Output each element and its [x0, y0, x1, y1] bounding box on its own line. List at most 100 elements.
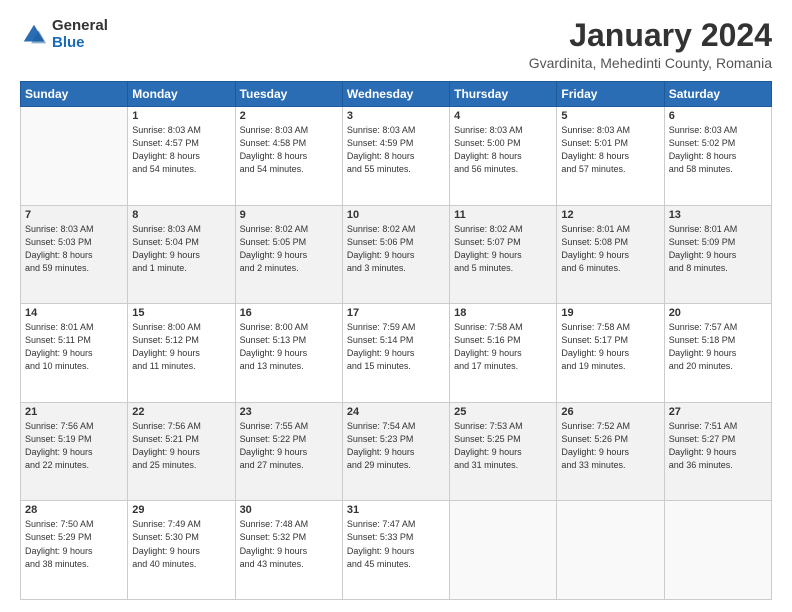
day-info: Sunrise: 7:50 AM Sunset: 5:29 PM Dayligh…	[25, 518, 123, 570]
day-number: 27	[669, 406, 767, 418]
weekday-header-sunday: Sunday	[21, 82, 128, 107]
day-info: Sunrise: 8:01 AM Sunset: 5:09 PM Dayligh…	[669, 223, 767, 275]
day-info: Sunrise: 7:54 AM Sunset: 5:23 PM Dayligh…	[347, 420, 445, 472]
day-number: 31	[347, 504, 445, 516]
day-number: 23	[240, 406, 338, 418]
calendar-cell	[557, 501, 664, 600]
day-info: Sunrise: 8:03 AM Sunset: 5:02 PM Dayligh…	[669, 124, 767, 176]
day-number: 18	[454, 307, 552, 319]
day-number: 8	[132, 209, 230, 221]
calendar-cell: 24 Sunrise: 7:54 AM Sunset: 5:23 PM Dayli…	[342, 402, 449, 501]
day-info: Sunrise: 7:57 AM Sunset: 5:18 PM Dayligh…	[669, 321, 767, 373]
calendar-cell: 13 Sunrise: 8:01 AM Sunset: 5:09 PM Dayli…	[664, 205, 771, 304]
calendar-cell: 2 Sunrise: 8:03 AM Sunset: 4:58 PM Daylig…	[235, 107, 342, 206]
day-number: 4	[454, 110, 552, 122]
day-number: 14	[25, 307, 123, 319]
calendar-cell: 18 Sunrise: 7:58 AM Sunset: 5:16 PM Dayli…	[450, 304, 557, 403]
day-number: 10	[347, 209, 445, 221]
weekday-header-friday: Friday	[557, 82, 664, 107]
calendar-cell: 22Sunrise: 7:56 AM Sunset: 5:21 PM Dayli…	[128, 402, 235, 501]
logo-blue-text: Blue	[52, 35, 108, 52]
day-info: Sunrise: 8:03 AM Sunset: 4:57 PM Dayligh…	[132, 124, 230, 176]
day-info: Sunrise: 7:53 AM Sunset: 5:25 PM Dayligh…	[454, 420, 552, 472]
day-info: Sunrise: 7:59 AM Sunset: 5:14 PM Dayligh…	[347, 321, 445, 373]
day-info: Sunrise: 8:03 AM Sunset: 4:58 PM Dayligh…	[240, 124, 338, 176]
day-number: 19	[561, 307, 659, 319]
day-number: 17	[347, 307, 445, 319]
day-number: 6	[669, 110, 767, 122]
day-info: Sunrise: 7:48 AM Sunset: 5:32 PM Dayligh…	[240, 518, 338, 570]
calendar-cell: 31 Sunrise: 7:47 AM Sunset: 5:33 PM Dayli…	[342, 501, 449, 600]
calendar-cell: 8 Sunrise: 8:03 AM Sunset: 5:04 PM Daylig…	[128, 205, 235, 304]
day-info: Sunrise: 8:00 AM Sunset: 5:13 PM Dayligh…	[240, 321, 338, 373]
calendar-title: January 2024	[529, 18, 772, 53]
calendar-cell: 14 Sunrise: 8:01 AM Sunset: 5:11 PM Dayli…	[21, 304, 128, 403]
calendar-cell: 27 Sunrise: 7:51 AM Sunset: 5:27 PM Dayli…	[664, 402, 771, 501]
week-row-5: 28 Sunrise: 7:50 AM Sunset: 5:29 PM Dayli…	[21, 501, 772, 600]
calendar-cell	[450, 501, 557, 600]
day-number: 12	[561, 209, 659, 221]
day-number: 28	[25, 504, 123, 516]
weekday-header-monday: Monday	[128, 82, 235, 107]
day-number: 5	[561, 110, 659, 122]
day-info: Sunrise: 7:51 AM Sunset: 5:27 PM Dayligh…	[669, 420, 767, 472]
calendar-cell: 16Sunrise: 8:00 AM Sunset: 5:13 PM Dayli…	[235, 304, 342, 403]
day-info: Sunrise: 8:03 AM Sunset: 5:04 PM Dayligh…	[132, 223, 230, 275]
calendar-cell: 17 Sunrise: 7:59 AM Sunset: 5:14 PM Dayli…	[342, 304, 449, 403]
day-info: Sunrise: 7:49 AM Sunset: 5:30 PM Dayligh…	[132, 518, 230, 570]
day-info: Sunrise: 8:02 AM Sunset: 5:07 PM Dayligh…	[454, 223, 552, 275]
weekday-header-thursday: Thursday	[450, 82, 557, 107]
calendar-cell: 23Sunrise: 7:55 AM Sunset: 5:22 PM Dayli…	[235, 402, 342, 501]
day-number: 9	[240, 209, 338, 221]
week-row-4: 21Sunrise: 7:56 AM Sunset: 5:19 PM Dayli…	[21, 402, 772, 501]
calendar-table: SundayMondayTuesdayWednesdayThursdayFrid…	[20, 81, 772, 600]
calendar-cell: 5 Sunrise: 8:03 AM Sunset: 5:01 PM Daylig…	[557, 107, 664, 206]
calendar-cell: 12 Sunrise: 8:01 AM Sunset: 5:08 PM Dayli…	[557, 205, 664, 304]
day-number: 21	[25, 406, 123, 418]
day-number: 15	[132, 307, 230, 319]
calendar-cell	[664, 501, 771, 600]
weekday-header-row: SundayMondayTuesdayWednesdayThursdayFrid…	[21, 82, 772, 107]
calendar-cell: 20 Sunrise: 7:57 AM Sunset: 5:18 PM Dayli…	[664, 304, 771, 403]
calendar-cell: 6 Sunrise: 8:03 AM Sunset: 5:02 PM Daylig…	[664, 107, 771, 206]
calendar-cell: 15 Sunrise: 8:00 AM Sunset: 5:12 PM Dayli…	[128, 304, 235, 403]
day-info: Sunrise: 8:01 AM Sunset: 5:11 PM Dayligh…	[25, 321, 123, 373]
calendar-cell: 30Sunrise: 7:48 AM Sunset: 5:32 PM Dayli…	[235, 501, 342, 600]
day-info: Sunrise: 8:03 AM Sunset: 5:01 PM Dayligh…	[561, 124, 659, 176]
day-info: Sunrise: 7:56 AM Sunset: 5:21 PM Dayligh…	[132, 420, 230, 472]
day-number: 3	[347, 110, 445, 122]
logo-general-text: General	[52, 18, 108, 35]
calendar-cell: 28 Sunrise: 7:50 AM Sunset: 5:29 PM Dayli…	[21, 501, 128, 600]
logo-icon	[20, 21, 48, 49]
weekday-header-wednesday: Wednesday	[342, 82, 449, 107]
day-info: Sunrise: 7:52 AM Sunset: 5:26 PM Dayligh…	[561, 420, 659, 472]
header: General Blue January 2024 Gvardinita, Me…	[20, 18, 772, 71]
day-number: 13	[669, 209, 767, 221]
day-info: Sunrise: 8:02 AM Sunset: 5:05 PM Dayligh…	[240, 223, 338, 275]
page: General Blue January 2024 Gvardinita, Me…	[0, 0, 792, 612]
calendar-cell: 1Sunrise: 8:03 AM Sunset: 4:57 PM Daylig…	[128, 107, 235, 206]
day-info: Sunrise: 8:03 AM Sunset: 5:00 PM Dayligh…	[454, 124, 552, 176]
calendar-cell: 25Sunrise: 7:53 AM Sunset: 5:25 PM Dayli…	[450, 402, 557, 501]
day-info: Sunrise: 8:00 AM Sunset: 5:12 PM Dayligh…	[132, 321, 230, 373]
day-number: 20	[669, 307, 767, 319]
week-row-3: 14 Sunrise: 8:01 AM Sunset: 5:11 PM Dayli…	[21, 304, 772, 403]
day-number: 2	[240, 110, 338, 122]
day-number: 7	[25, 209, 123, 221]
day-info: Sunrise: 7:47 AM Sunset: 5:33 PM Dayligh…	[347, 518, 445, 570]
calendar-cell: 29 Sunrise: 7:49 AM Sunset: 5:30 PM Dayli…	[128, 501, 235, 600]
calendar-cell: 4 Sunrise: 8:03 AM Sunset: 5:00 PM Daylig…	[450, 107, 557, 206]
day-info: Sunrise: 8:03 AM Sunset: 4:59 PM Dayligh…	[347, 124, 445, 176]
day-number: 11	[454, 209, 552, 221]
calendar-cell: 21Sunrise: 7:56 AM Sunset: 5:19 PM Dayli…	[21, 402, 128, 501]
calendar-cell: 11 Sunrise: 8:02 AM Sunset: 5:07 PM Dayli…	[450, 205, 557, 304]
day-number: 24	[347, 406, 445, 418]
logo-text: General Blue	[52, 18, 108, 51]
day-info: Sunrise: 7:58 AM Sunset: 5:17 PM Dayligh…	[561, 321, 659, 373]
day-number: 29	[132, 504, 230, 516]
day-number: 26	[561, 406, 659, 418]
day-info: Sunrise: 7:58 AM Sunset: 5:16 PM Dayligh…	[454, 321, 552, 373]
day-info: Sunrise: 8:01 AM Sunset: 5:08 PM Dayligh…	[561, 223, 659, 275]
calendar-subtitle: Gvardinita, Mehedinti County, Romania	[529, 55, 772, 71]
calendar-cell: 9 Sunrise: 8:02 AM Sunset: 5:05 PM Daylig…	[235, 205, 342, 304]
